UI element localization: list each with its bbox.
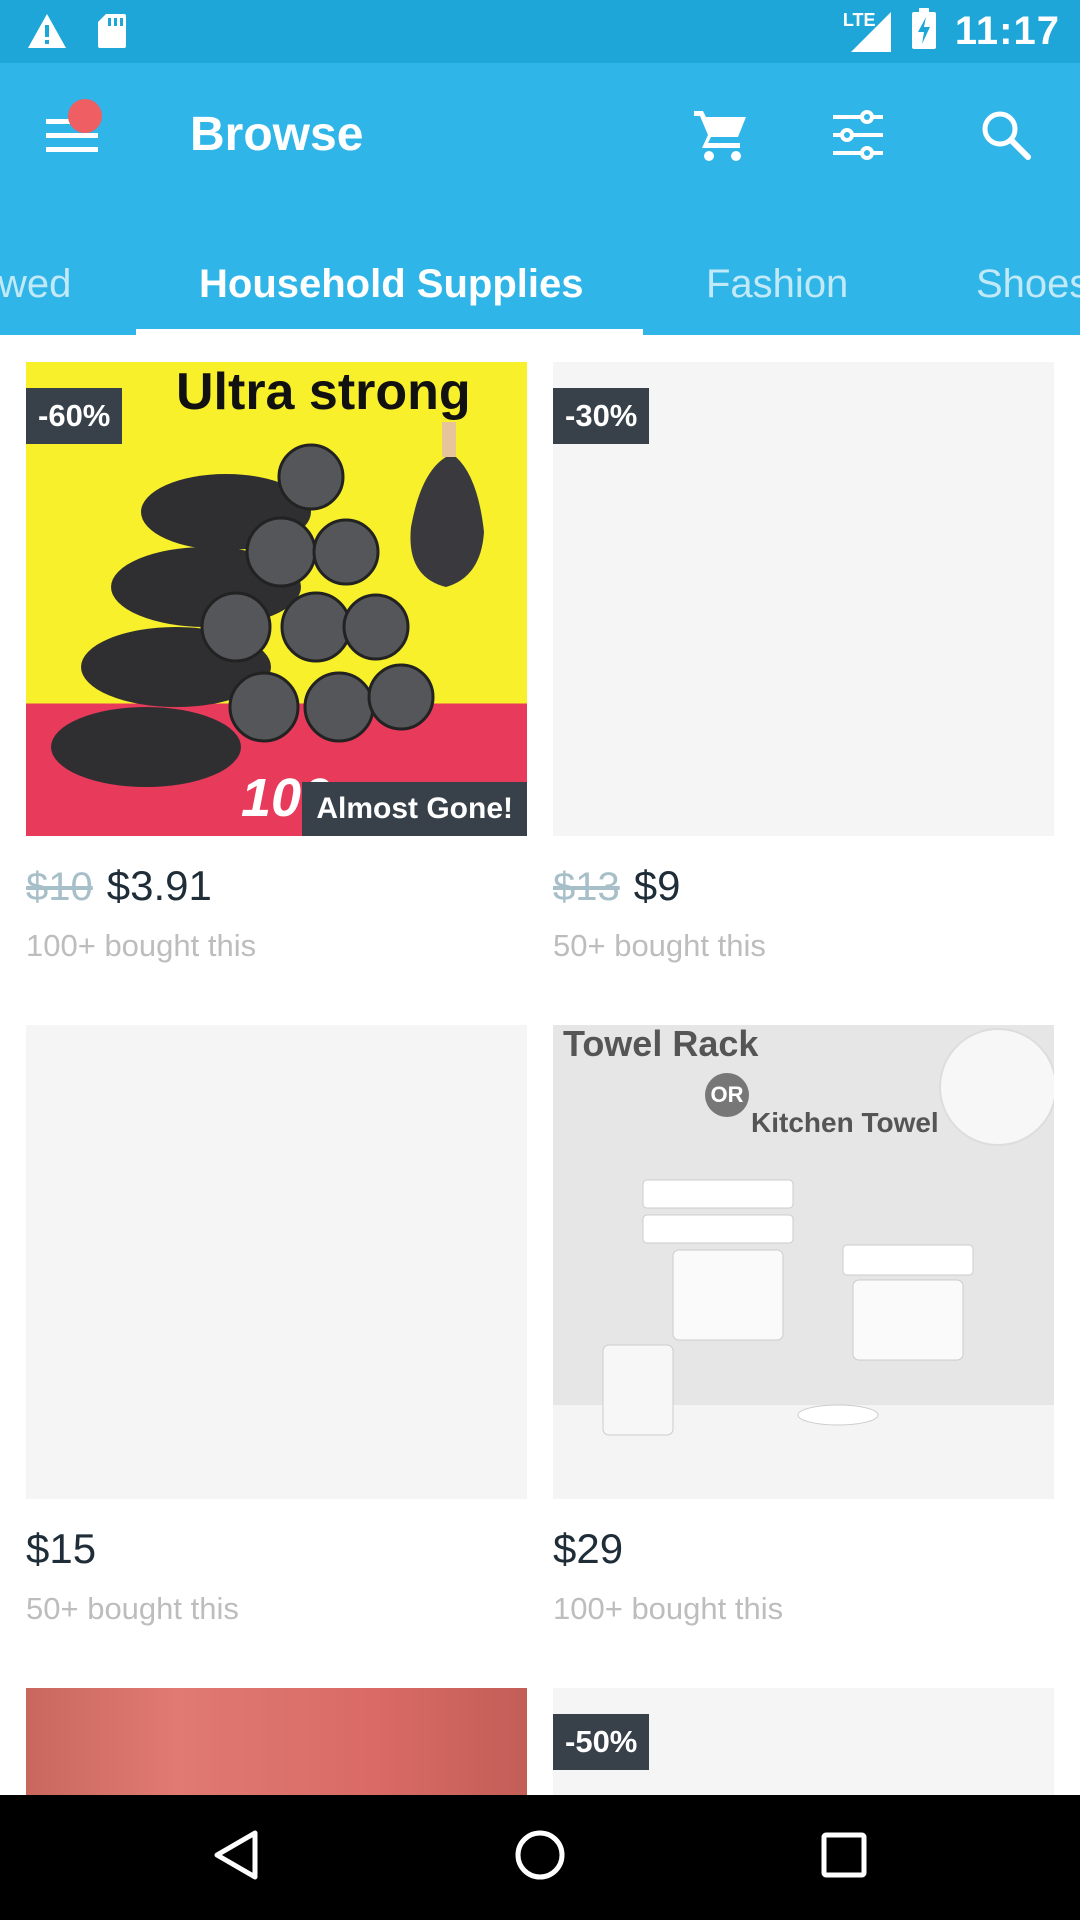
recents-icon (820, 1831, 868, 1884)
price-row: $10 $3.91 (26, 862, 212, 918)
app-bar: Browse wed Household Supplies Fashion Sh… (0, 63, 1080, 335)
tab-shoes[interactable]: Shoes (976, 233, 1080, 335)
bought-count: 100+ bought this (26, 928, 257, 963)
discount-badge: -30% (553, 388, 650, 444)
image-or-label: OR (705, 1073, 749, 1117)
product-image (26, 1025, 527, 1499)
product-image: Ultra strong 100 pcs -60% Almost Gone! (26, 362, 527, 836)
sale-price: $3.91 (106, 862, 212, 909)
cart-button[interactable] (672, 89, 768, 185)
clock: 11:17 (954, 9, 1060, 53)
bought-count: 50+ bought this (26, 1591, 239, 1626)
menu-button[interactable] (24, 89, 120, 185)
price-row: $13 $9 (553, 862, 680, 918)
recents-button[interactable] (804, 1825, 884, 1889)
filter-button[interactable] (810, 89, 906, 185)
product-image: -30% (553, 362, 1054, 836)
battery-charging-icon (911, 8, 937, 55)
almost-gone-tag: Almost Gone! (302, 782, 527, 836)
price-row: $15 (26, 1525, 96, 1581)
filter-icon (831, 109, 885, 166)
search-button[interactable] (958, 89, 1054, 185)
cart-icon (692, 107, 748, 168)
status-bar: LTE 11:17 (0, 0, 1080, 63)
network-type: LTE (842, 9, 876, 30)
original-price: $13 (553, 865, 620, 909)
back-button[interactable] (196, 1825, 276, 1889)
tab-viewed[interactable]: wed (0, 233, 71, 335)
original-price: $10 (26, 865, 93, 909)
page-title: Browse (190, 108, 364, 161)
sd-card-icon (96, 12, 128, 55)
tab-fashion[interactable]: Fashion (706, 233, 848, 335)
image-subtext: Kitchen Towel (751, 1107, 939, 1138)
tab-household-supplies[interactable]: Household Supplies (199, 233, 583, 335)
product-image: -50% (553, 1688, 1054, 1795)
category-tabs: wed Household Supplies Fashion Shoes (0, 233, 1080, 335)
home-button[interactable] (500, 1825, 580, 1889)
active-tab-indicator (136, 329, 643, 335)
discount-badge: -50% (553, 1714, 650, 1770)
search-icon (980, 109, 1032, 166)
product-image (26, 1688, 527, 1795)
bought-count: 100+ bought this (553, 1591, 784, 1626)
sale-price: $15 (26, 1525, 97, 1572)
warning-icon (26, 12, 68, 55)
image-headline: Towel Rack (563, 1025, 759, 1064)
notification-dot (68, 99, 102, 133)
back-icon (213, 1829, 259, 1886)
image-headline: Ultra strong (176, 363, 471, 421)
system-nav-bar (0, 1795, 1080, 1920)
sale-price: $9 (633, 862, 681, 909)
signal-icon: LTE (843, 10, 893, 54)
sale-price: $29 (553, 1525, 624, 1572)
bought-count: 50+ bought this (553, 928, 766, 963)
home-icon (514, 1829, 566, 1886)
price-row: $29 (553, 1525, 623, 1581)
product-image: Towel Rack OR Kitchen Towel (553, 1025, 1054, 1499)
discount-badge: -60% (26, 388, 123, 444)
